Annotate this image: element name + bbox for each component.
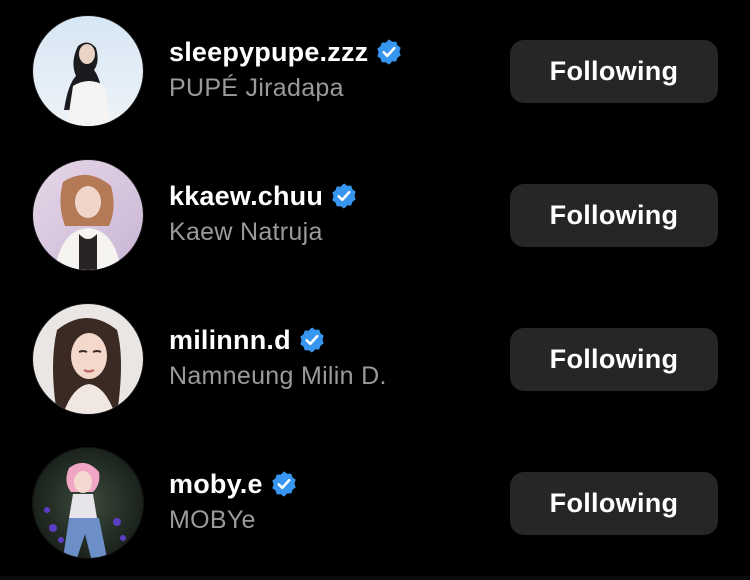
user-meta: kkaew.chuu Kaew Natruja	[169, 176, 489, 247]
username[interactable]: sleepypupe.zzz	[169, 37, 368, 68]
username-line: moby.e	[169, 464, 489, 504]
avatar[interactable]	[33, 16, 143, 126]
full-name: Kaew Natruja	[169, 218, 323, 246]
user-meta: milinnn.d Namneung Milin D.	[169, 320, 489, 391]
verified-badge-icon	[298, 326, 326, 354]
divider	[0, 576, 750, 580]
verified-badge-icon	[330, 182, 358, 210]
avatar-image	[33, 16, 143, 126]
username[interactable]: kkaew.chuu	[169, 181, 323, 212]
username-line: sleepypupe.zzz	[169, 32, 489, 72]
following-button[interactable]: Following	[510, 40, 718, 103]
following-button[interactable]: Following	[510, 328, 718, 391]
verified-badge-icon	[270, 470, 298, 498]
user-meta: moby.e MOBYe	[169, 464, 489, 535]
avatar[interactable]	[33, 304, 143, 414]
username[interactable]: moby.e	[169, 469, 263, 500]
user-meta: sleepypupe.zzz PUPÉ Jiradapa	[169, 32, 489, 103]
avatar[interactable]	[33, 448, 143, 558]
full-name: MOBYe	[169, 506, 256, 534]
following-button[interactable]: Following	[510, 184, 718, 247]
list-item[interactable]: milinnn.d Namneung Milin D. Following	[0, 288, 750, 432]
list-item[interactable]: moby.e MOBYe Following	[0, 432, 750, 576]
following-button[interactable]: Following	[510, 472, 718, 535]
username[interactable]: milinnn.d	[169, 325, 291, 356]
username-line: milinnn.d	[169, 320, 489, 360]
full-name: PUPÉ Jiradapa	[169, 74, 344, 102]
following-list: sleepypupe.zzz PUPÉ Jiradapa Following k…	[0, 0, 750, 580]
avatar[interactable]	[33, 160, 143, 270]
avatar-image	[33, 304, 143, 414]
username-line: kkaew.chuu	[169, 176, 489, 216]
full-name: Namneung Milin D.	[169, 362, 387, 390]
verified-badge-icon	[375, 38, 403, 66]
avatar-image	[33, 448, 143, 558]
list-item[interactable]: kkaew.chuu Kaew Natruja Following	[0, 144, 750, 288]
list-item[interactable]: sleepypupe.zzz PUPÉ Jiradapa Following	[0, 0, 750, 144]
avatar-image	[33, 160, 143, 270]
